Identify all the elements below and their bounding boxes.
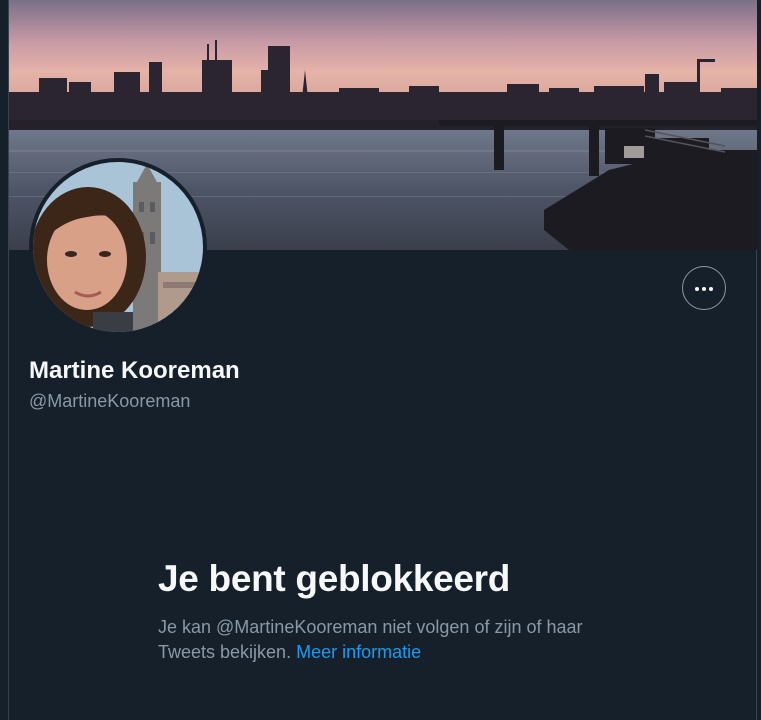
avatar-photo [33,162,203,332]
learn-more-link[interactable]: Meer informatie [296,642,421,662]
blocked-title: Je bent geblokkeerd [158,558,511,599]
blocked-message-line1: Je kan @MartineKooreman niet volgen of z… [158,617,583,637]
more-horizontal-icon [694,279,714,297]
profile-handle: @MartineKooreman [29,391,191,411]
more-options-button[interactable] [682,266,726,310]
profile-page: Martine Kooreman @MartineKooreman Je ben… [0,0,761,720]
profile-name: Martine Kooreman [29,357,240,384]
blocked-message-line2: Tweets bekijken. [158,642,292,662]
avatar[interactable] [29,158,207,336]
blocked-message: Je kan @MartineKooreman niet volgen of z… [158,615,628,665]
left-divider [0,0,9,720]
